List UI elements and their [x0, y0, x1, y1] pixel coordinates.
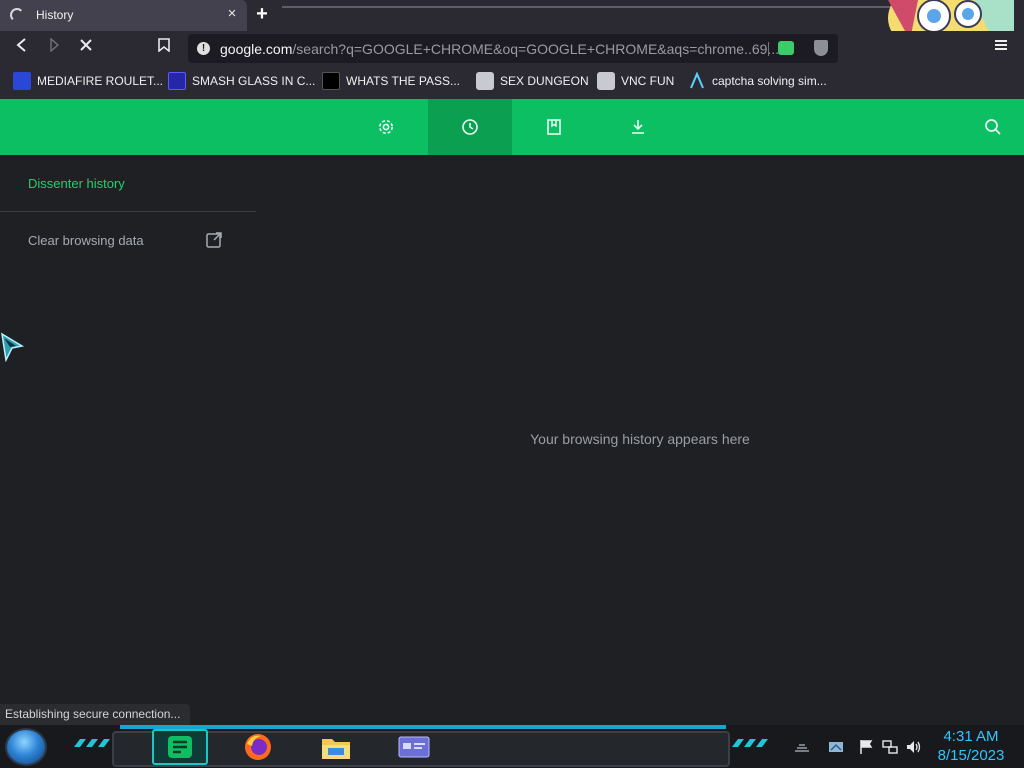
- sidebar-divider: [0, 211, 256, 212]
- mediafire-icon: [13, 72, 31, 90]
- action-center-flag-icon[interactable]: [858, 739, 874, 755]
- clock-time: 4:31 AM: [943, 728, 999, 745]
- tabstrip-divider: [282, 6, 922, 8]
- bookmark-icon: [547, 119, 561, 135]
- tab-title: History: [36, 8, 74, 22]
- tab-downloads[interactable]: [596, 99, 680, 155]
- show-hidden-icons-icon[interactable]: [794, 739, 810, 755]
- bookmark-label: captcha solving sim...: [712, 74, 827, 88]
- taskbar-app-file-explorer[interactable]: [308, 729, 364, 765]
- bookmark-label: SEX DUNGEON: [500, 74, 589, 88]
- folder-icon: [322, 739, 350, 759]
- bookmark-label: MEDIAFIRE ROULET...: [37, 74, 164, 88]
- volume-icon[interactable]: [905, 739, 921, 755]
- bookmark-item[interactable]: captcha solving sim...: [688, 71, 827, 91]
- tab-settings[interactable]: [344, 99, 428, 155]
- bookmarks-bar: MEDIAFIRE ROULET... SMASH GLASS IN C... …: [0, 65, 1024, 99]
- search-icon[interactable]: [983, 117, 1003, 137]
- tab-history[interactable]: [428, 99, 512, 155]
- address-text[interactable]: google.com/search?q=GOOGLE+CHROME&oq=GOO…: [220, 41, 779, 57]
- bookmark-label: SMASH GLASS IN C...: [192, 74, 316, 88]
- firefox-icon: [245, 734, 271, 760]
- app-header: [0, 99, 1024, 155]
- download-icon: [632, 120, 644, 134]
- system-clock[interactable]: 4:31 AM 8/15/2023: [930, 727, 1012, 765]
- clock-date: 8/15/2023: [937, 747, 1005, 764]
- address-path: /search?q=GOOGLE+CHROME&oq=GOOGLE+CHROME…: [292, 41, 780, 57]
- bookmark-label: WHATS THE PASS...: [346, 74, 461, 88]
- address-separator: [768, 42, 769, 56]
- address-host: google.com: [220, 41, 293, 57]
- bookmark-label: VNC FUN: [621, 74, 675, 88]
- back-icon[interactable]: [12, 38, 32, 58]
- tab-bar: History × +: [0, 0, 1024, 31]
- stop-loading-icon[interactable]: [76, 38, 96, 58]
- site-info-icon[interactable]: !: [197, 42, 210, 55]
- bookmark-item[interactable]: WHATS THE PASS...: [322, 71, 460, 91]
- bookmark-icon[interactable]: [154, 38, 174, 58]
- taskbar-app-dissenter[interactable]: [152, 729, 208, 765]
- sidebar-item-dissenter-history[interactable]: Dissenter history: [28, 176, 125, 191]
- menu-icon[interactable]: [994, 38, 1008, 58]
- network-icon[interactable]: [882, 739, 898, 755]
- chevron-right-icon: [168, 72, 186, 90]
- loading-spinner-icon: [10, 8, 24, 22]
- dissenter-extension-icon[interactable]: [778, 41, 794, 55]
- taskbar-decoration: [732, 739, 768, 747]
- clear-browsing-data-link[interactable]: Clear browsing data: [28, 233, 144, 248]
- shield-icon[interactable]: [814, 40, 828, 56]
- taskbar-decoration: [74, 739, 110, 747]
- forward-icon[interactable]: [44, 37, 64, 58]
- pixel-icon: [322, 72, 340, 90]
- status-bar: Establishing secure connection...: [0, 704, 191, 725]
- network-app-icon[interactable]: [828, 739, 844, 755]
- empty-history-message: Your browsing history appears here: [530, 431, 750, 447]
- cube-icon: [476, 72, 494, 90]
- bookmark-item[interactable]: SMASH GLASS IN C...: [168, 71, 315, 91]
- tab-history[interactable]: History ×: [0, 0, 247, 31]
- history-icon: [462, 119, 478, 135]
- taskbar-app-firefox[interactable]: [230, 729, 286, 765]
- cube-icon: [597, 72, 615, 90]
- lambda-icon: [688, 71, 706, 90]
- dissenter-app-icon: [168, 736, 192, 758]
- bookmark-item[interactable]: MEDIAFIRE ROULET...: [13, 71, 163, 91]
- bookmark-item[interactable]: VNC FUN: [597, 71, 674, 91]
- gear-icon: [379, 120, 393, 134]
- external-link-icon[interactable]: [205, 231, 223, 249]
- start-button[interactable]: [7, 730, 45, 764]
- new-tab-button[interactable]: +: [252, 4, 272, 26]
- taskbar: 4:31 AM 8/15/2023: [0, 725, 1024, 768]
- window-icon: [398, 736, 430, 758]
- history-page: Dissenter history Clear browsing data Yo…: [0, 155, 1024, 725]
- close-tab-icon[interactable]: ×: [224, 5, 240, 23]
- bookmark-item[interactable]: SEX DUNGEON: [476, 71, 589, 91]
- tab-bookmarks[interactable]: [512, 99, 596, 155]
- taskbar-app-window[interactable]: [386, 729, 442, 765]
- address-bar[interactable]: ! google.com/search?q=GOOGLE+CHROME&oq=G…: [188, 34, 838, 63]
- navigation-bar: ! google.com/search?q=GOOGLE+CHROME&oq=G…: [0, 31, 1024, 65]
- mouse-cursor-icon: [1, 332, 25, 362]
